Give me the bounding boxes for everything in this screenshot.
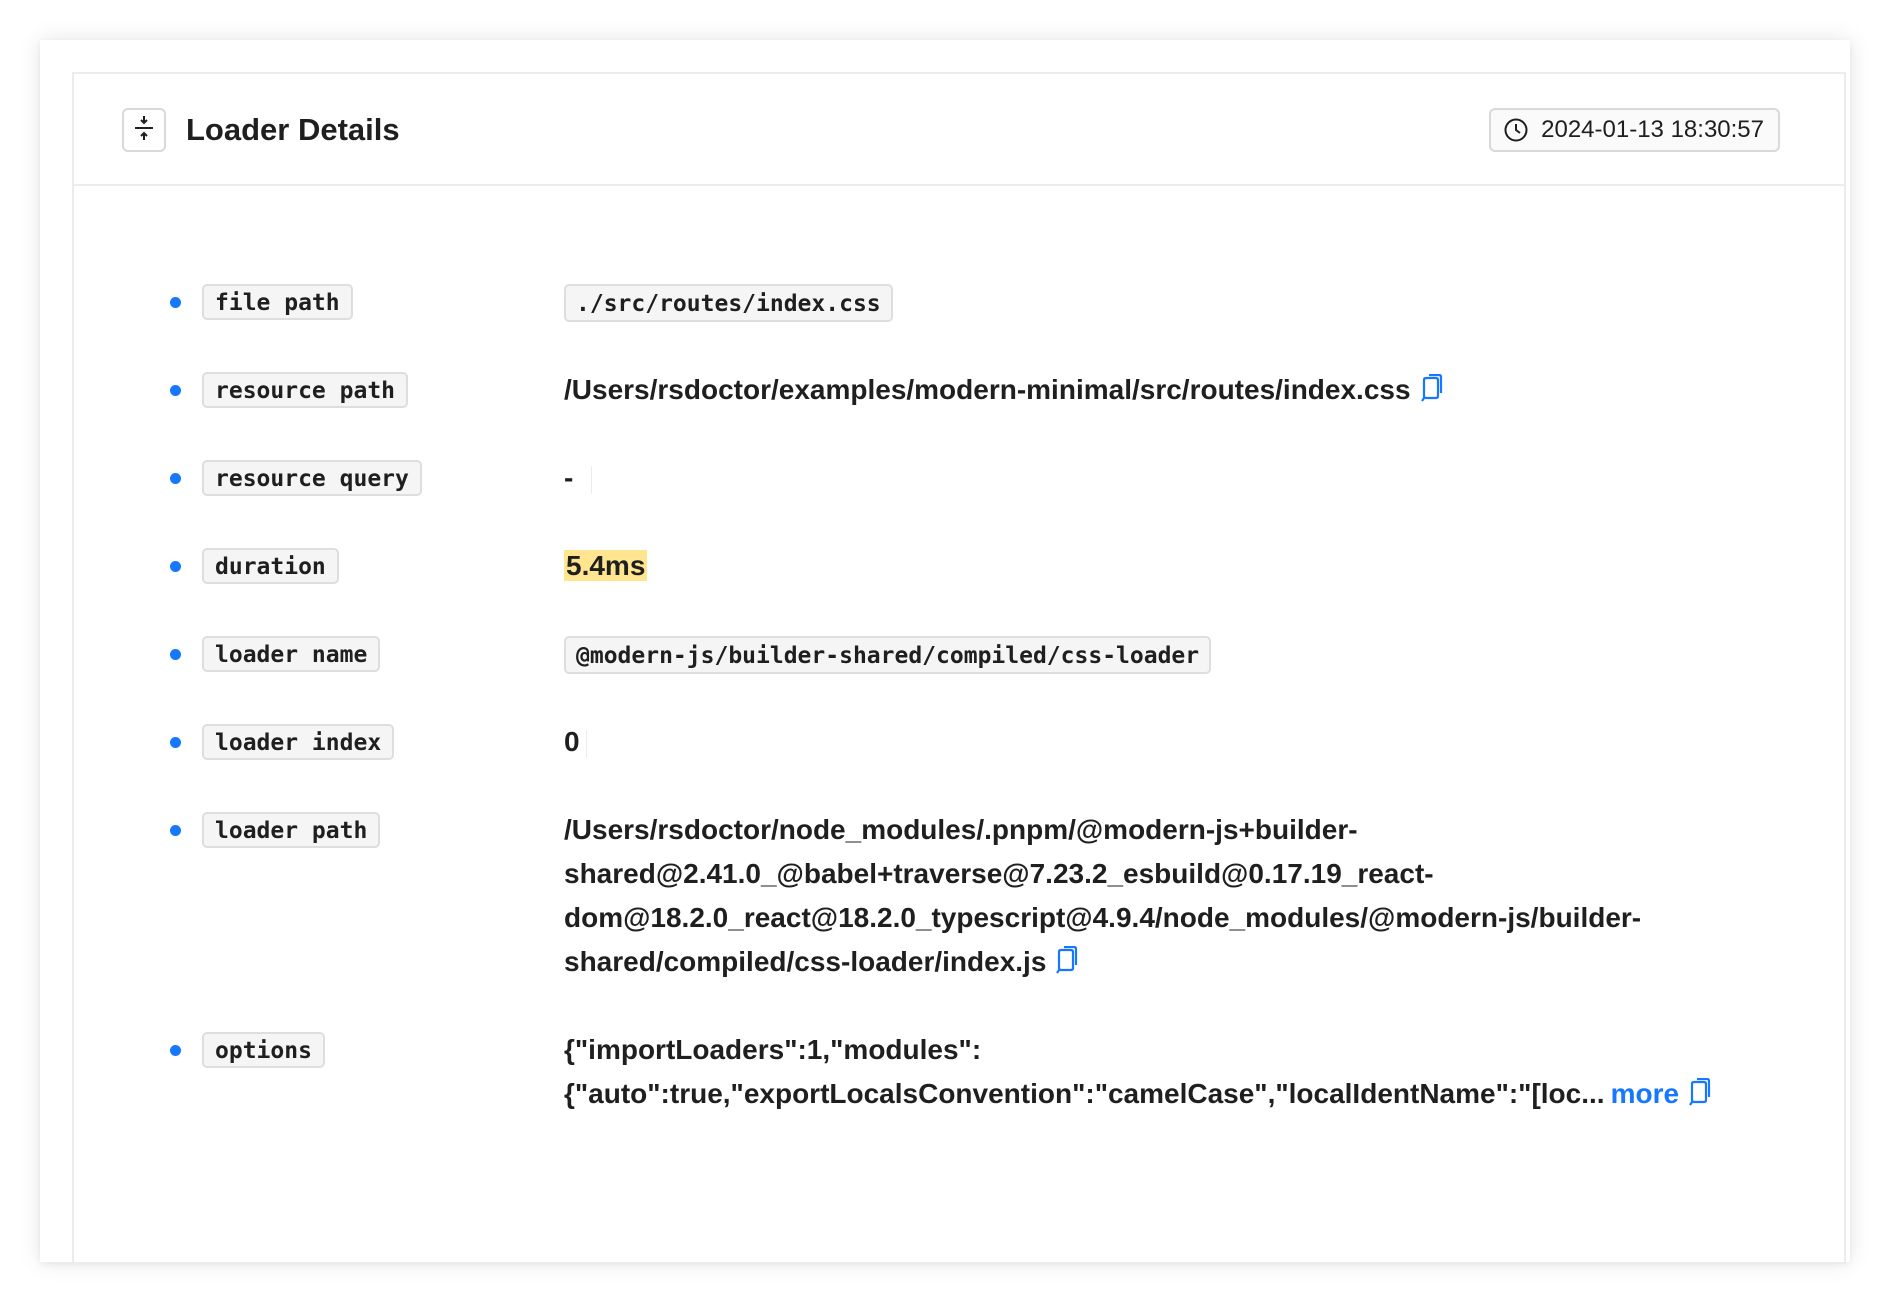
- loader-path-line: shared@2.41.0_@babel+traverse@7.23.2_esb…: [564, 858, 1434, 889]
- divider: [591, 465, 593, 494]
- detail-value: 0: [564, 720, 587, 764]
- bullet: [170, 473, 181, 484]
- timestamp-tag: 2024-01-13 18:30:57: [1489, 108, 1780, 152]
- bullet: [170, 649, 181, 660]
- detail-label: resource path: [202, 372, 409, 408]
- loader-name-code: @modern-js/builder-shared/compiled/css-l…: [564, 636, 1212, 674]
- detail-label: loader index: [202, 724, 395, 760]
- card-header: Loader Details 2024-01-13 18:30:57: [74, 74, 1844, 186]
- loader-index-text: 0: [564, 726, 580, 757]
- loader-path-line: dom@18.2.0_react@18.2.0_typescript@4.9.4…: [564, 902, 1642, 933]
- detail-label: loader name: [202, 636, 381, 672]
- bullet: [170, 737, 181, 748]
- detail-value: /Users/rsdoctor/node_modules/.pnpm/@mode…: [564, 808, 1641, 987]
- detail-label: options: [202, 1032, 325, 1068]
- collapse-button[interactable]: [122, 108, 166, 152]
- detail-label: loader path: [202, 812, 381, 848]
- detail-value: /Users/rsdoctor/examples/modern-minimal/…: [564, 368, 1443, 415]
- loader-details-card: Loader Details 2024-01-13 18:30:57 file …: [72, 72, 1846, 1264]
- clock-icon: [1503, 117, 1529, 143]
- copy-icon[interactable]: [1689, 1075, 1711, 1119]
- card-bottom-divider: [74, 1262, 1844, 1264]
- detail-label: duration: [202, 548, 339, 584]
- bullet: [170, 1045, 181, 1056]
- more-link[interactable]: more: [1611, 1078, 1679, 1109]
- duration-highlight: 5.4ms: [564, 550, 648, 581]
- detail-value: @modern-js/builder-shared/compiled/css-l…: [564, 632, 1212, 676]
- bullet: [170, 297, 181, 308]
- detail-label: resource query: [202, 460, 422, 496]
- divider: [585, 729, 587, 758]
- loader-path-line: shared/compiled/css-loader/index.js: [564, 946, 1047, 977]
- file-path-code: ./src/routes/index.css: [564, 284, 893, 322]
- bullet: [170, 825, 181, 836]
- window-frame: Loader Details 2024-01-13 18:30:57 file …: [40, 40, 1850, 1264]
- bullet: [170, 561, 181, 572]
- detail-label: file path: [202, 284, 353, 320]
- options-line: {"auto":true,"exportLocalsConvention":"c…: [564, 1078, 1605, 1109]
- copy-icon[interactable]: [1420, 371, 1443, 415]
- detail-value: ./src/routes/index.css: [564, 280, 893, 324]
- bullet: [170, 385, 181, 396]
- detail-value: 5.4ms: [564, 544, 648, 588]
- detail-value: {"importLoaders":1,"modules": {"auto":tr…: [564, 1028, 1711, 1119]
- copy-icon[interactable]: [1056, 943, 1078, 987]
- detail-value: -: [564, 456, 593, 500]
- card-title: Loader Details: [186, 112, 400, 147]
- timestamp-text: 2024-01-13 18:30:57: [1541, 116, 1764, 143]
- resource-query-text: -: [564, 462, 574, 493]
- resource-path-text: /Users/rsdoctor/examples/modern-minimal/…: [564, 374, 1411, 405]
- options-line: {"importLoaders":1,"modules":: [564, 1034, 982, 1065]
- loader-path-line: /Users/rsdoctor/node_modules/.pnpm/@mode…: [564, 814, 1358, 845]
- collapse-icon: [133, 115, 155, 146]
